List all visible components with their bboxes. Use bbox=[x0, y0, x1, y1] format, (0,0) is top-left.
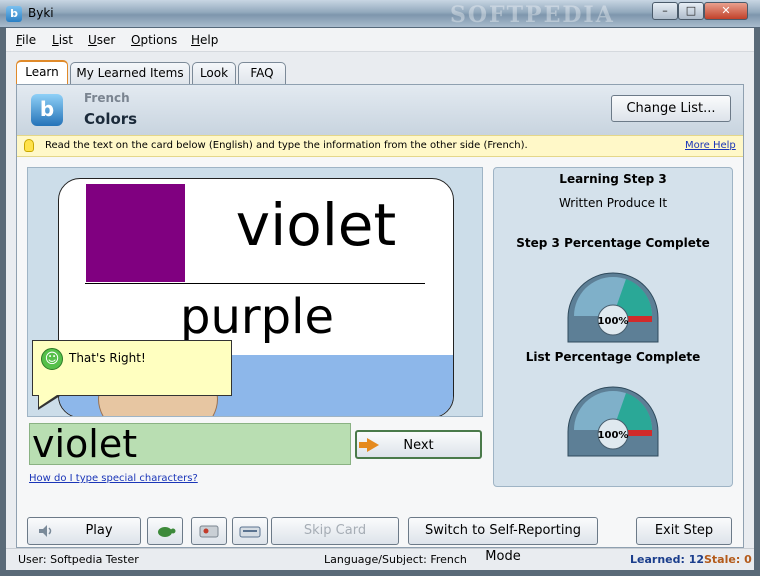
smile-icon: ☺ bbox=[41, 348, 63, 370]
english-word: purple bbox=[180, 289, 334, 345]
lightbulb-icon bbox=[24, 139, 34, 152]
answer-input[interactable]: violet bbox=[29, 423, 351, 465]
minimize-button[interactable]: – bbox=[652, 2, 678, 20]
menu-options[interactable]: Options bbox=[131, 33, 177, 47]
step-pct-label: Step 3 Percentage Complete bbox=[516, 236, 710, 250]
next-button[interactable]: Next bbox=[355, 430, 482, 459]
feedback-text: That's Right! bbox=[69, 351, 146, 365]
card-area: violet purple ☺ That's Right! bbox=[27, 167, 483, 417]
menu-user[interactable]: User bbox=[88, 33, 115, 47]
play-label: Play bbox=[85, 523, 113, 538]
menu-help[interactable]: Help bbox=[191, 33, 218, 47]
list-pct-label: List Percentage Complete bbox=[525, 350, 701, 364]
color-swatch bbox=[86, 184, 185, 282]
status-bar: User: Softpedia Tester Language/Subject:… bbox=[6, 548, 754, 570]
french-word: violet bbox=[235, 191, 397, 259]
hint-text: Read the text on the card below (English… bbox=[45, 140, 528, 151]
list-gauge-value: 100% bbox=[598, 430, 629, 441]
main-window: File List User Options Help Learn My Lea… bbox=[6, 28, 754, 570]
byki-logo: b bbox=[31, 94, 63, 126]
feedback-bubble: ☺ That's Right! bbox=[32, 340, 232, 396]
play-button[interactable]: Play bbox=[27, 517, 141, 545]
list-header: b French Colors Change List... bbox=[17, 85, 743, 135]
byki-app-icon: b bbox=[6, 6, 22, 22]
menu-file[interactable]: File bbox=[16, 33, 36, 47]
special-characters-link[interactable]: How do I type special characters? bbox=[29, 473, 198, 484]
keyboard-button[interactable] bbox=[232, 517, 268, 545]
maximize-button[interactable]: □ bbox=[678, 2, 704, 20]
keyboard-icon bbox=[239, 526, 261, 538]
status-learned: Learned: 12 bbox=[630, 553, 705, 566]
tab-my-learned-items[interactable]: My Learned Items bbox=[70, 62, 190, 84]
change-list-button[interactable]: Change List... bbox=[611, 95, 731, 122]
progress-panel: Learning Step 3 Written Produce It Step … bbox=[493, 167, 733, 487]
bubble-tail bbox=[38, 395, 60, 410]
menu-bar: File List User Options Help bbox=[6, 28, 754, 52]
skip-card-button[interactable]: Skip Card bbox=[271, 517, 399, 545]
step-gauge-value: 100% bbox=[598, 316, 629, 327]
list-name: Colors bbox=[84, 110, 138, 128]
status-user: User: Softpedia Tester bbox=[18, 553, 139, 566]
hint-bar: Read the text on the card below (English… bbox=[17, 135, 743, 157]
window-title: Byki bbox=[28, 6, 54, 20]
status-stale: Stale: 0 bbox=[704, 553, 752, 566]
step-gauge: 100% bbox=[567, 272, 659, 343]
step-name: Written Produce It bbox=[558, 196, 668, 210]
speaker-icon bbox=[39, 525, 52, 537]
tab-learn[interactable]: Learn bbox=[16, 60, 68, 85]
turtle-slow-button[interactable] bbox=[147, 517, 183, 545]
card-divider bbox=[85, 283, 425, 284]
language-label: French bbox=[84, 91, 130, 105]
tab-look[interactable]: Look bbox=[192, 62, 236, 84]
record-button[interactable] bbox=[191, 517, 227, 545]
softpedia-watermark: SOFTPEDIA bbox=[450, 2, 615, 28]
list-gauge: 100% bbox=[567, 386, 659, 457]
switch-mode-button[interactable]: Switch to Self-Reporting Mode bbox=[408, 517, 598, 564]
close-button[interactable]: ✕ bbox=[704, 2, 748, 20]
exit-step-button[interactable]: Exit Step bbox=[636, 517, 732, 545]
recorder-icon bbox=[199, 525, 219, 538]
status-language: Language/Subject: French bbox=[324, 553, 467, 566]
step-title: Learning Step 3 bbox=[559, 172, 667, 186]
title-bar: b Byki SOFTPEDIA – □ ✕ bbox=[0, 0, 760, 28]
more-help-link[interactable]: More Help bbox=[685, 140, 736, 151]
learn-pane: b French Colors Change List... Read the … bbox=[16, 84, 744, 564]
menu-list[interactable]: List bbox=[52, 33, 73, 47]
turtle-icon bbox=[158, 527, 176, 537]
tab-faq[interactable]: FAQ bbox=[238, 62, 286, 84]
next-label: Next bbox=[403, 438, 434, 453]
